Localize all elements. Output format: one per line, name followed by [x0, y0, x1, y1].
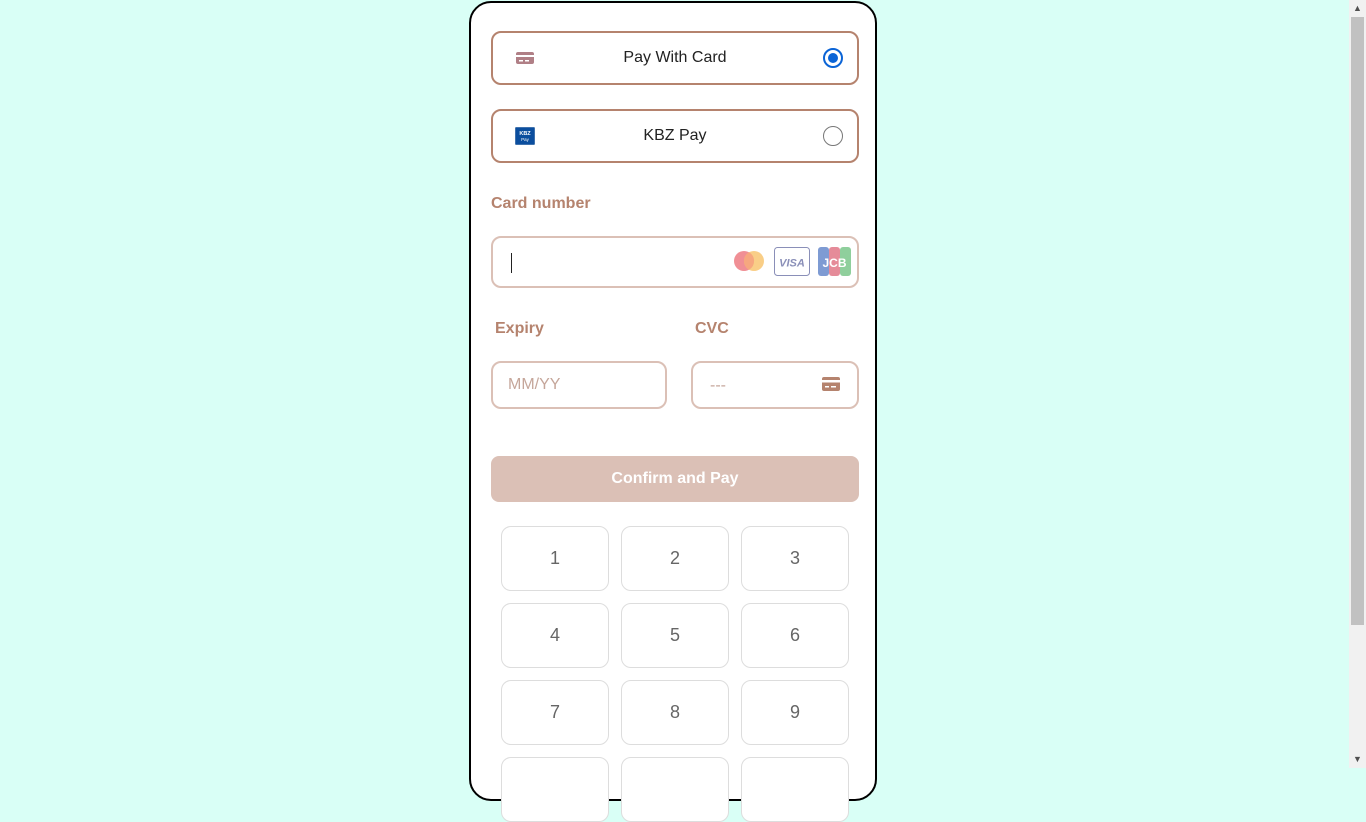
- expiry-input[interactable]: MM/YY: [491, 361, 667, 409]
- keypad-key-9[interactable]: 9: [741, 680, 849, 745]
- kbz-pay-label: KBZ Pay: [643, 127, 707, 144]
- keypad-key-7[interactable]: 7: [501, 680, 609, 745]
- svg-text:JCB: JCB: [822, 256, 846, 270]
- card-number-input[interactable]: VISA JCB: [491, 236, 859, 288]
- keypad-key-partial[interactable]: [741, 757, 849, 822]
- scroll-up-arrow-icon[interactable]: ▲: [1349, 0, 1366, 17]
- pay-with-card-option[interactable]: Pay With Card: [491, 31, 859, 85]
- keypad-key-partial[interactable]: [501, 757, 609, 822]
- keypad-key-4[interactable]: 4: [501, 603, 609, 668]
- text-caret: [511, 253, 512, 273]
- jcb-icon: JCB: [818, 247, 851, 276]
- expiry-label: Expiry: [495, 320, 544, 337]
- keypad-key-8[interactable]: 8: [621, 680, 729, 745]
- mastercard-icon: [734, 251, 764, 271]
- visa-icon: VISA: [774, 247, 810, 276]
- vertical-scrollbar[interactable]: ▲ ▼: [1349, 0, 1366, 768]
- svg-text:VISA: VISA: [779, 258, 805, 270]
- card-number-label: Card number: [491, 195, 591, 212]
- kbz-pay-option[interactable]: KBZ Pay KBZ Pay: [491, 109, 859, 163]
- expiry-placeholder: MM/YY: [508, 376, 561, 393]
- keypad-key-2[interactable]: 2: [621, 526, 729, 591]
- pay-with-card-radio[interactable]: [823, 48, 843, 68]
- keypad-key-3[interactable]: 3: [741, 526, 849, 591]
- cvc-placeholder: ---: [710, 377, 726, 394]
- keypad-key-6[interactable]: 6: [741, 603, 849, 668]
- keypad-key-1[interactable]: 1: [501, 526, 609, 591]
- keypad-key-partial[interactable]: [621, 757, 729, 822]
- cvc-input[interactable]: ---: [691, 361, 859, 409]
- scrollbar-thumb[interactable]: [1351, 17, 1364, 625]
- pay-with-card-label: Pay With Card: [623, 49, 727, 66]
- card-cvc-icon: [822, 377, 840, 391]
- scroll-down-arrow-icon[interactable]: ▼: [1349, 751, 1366, 768]
- phone-frame: Pay With Card KBZ Pay KBZ Pay Card numbe…: [469, 1, 877, 822]
- page-background: Pay With Card KBZ Pay KBZ Pay Card numbe…: [0, 0, 1349, 822]
- cvc-label: CVC: [695, 320, 729, 337]
- kbz-pay-radio[interactable]: [823, 126, 843, 146]
- confirm-and-pay-button[interactable]: Confirm and Pay: [491, 456, 859, 502]
- keypad-key-5[interactable]: 5: [621, 603, 729, 668]
